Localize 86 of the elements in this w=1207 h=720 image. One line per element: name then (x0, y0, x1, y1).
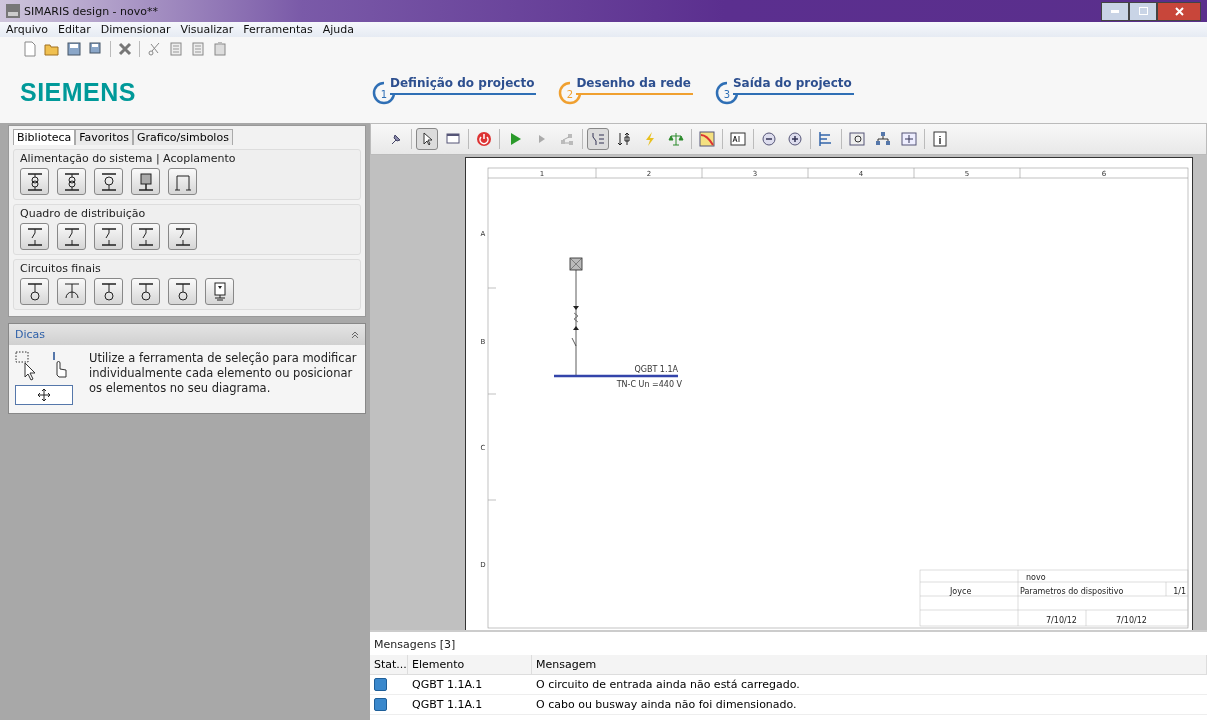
group-title: Alimentação do sistema | Acoplamento (20, 152, 237, 165)
delete-icon (117, 41, 133, 57)
step-link[interactable]: 2 Desenho da rede (558, 75, 693, 105)
tips-text: Utilize a ferramenta de seleção para modificar individualmente cada elemento ou posicionar os elementos no seu diagrama. (89, 351, 358, 397)
symbol-button[interactable] (94, 278, 123, 305)
table-cell: QGBT 1.1A.1 (408, 695, 532, 715)
library-tab[interactable]: Favoritos (75, 129, 133, 145)
menu-item[interactable]: Ferramentas (243, 23, 313, 36)
save-icon (66, 41, 82, 57)
window-icon (445, 131, 461, 147)
folder-icon (44, 41, 60, 57)
table-cell: QGBT 1.1A.1 (408, 675, 532, 695)
symbol-button[interactable] (131, 223, 160, 250)
paste-icon (212, 41, 228, 57)
menu-item[interactable]: Dimensionar (100, 23, 171, 36)
balance-icon (668, 131, 684, 147)
document-title: Parametros do dispositivo (1019, 586, 1123, 596)
symbol-button[interactable] (131, 278, 160, 305)
hand-pointer-icon (51, 351, 69, 381)
zoom-area-icon (849, 131, 865, 147)
modified-date: 7/10/12 (1115, 616, 1147, 625)
menu-item[interactable]: Ajuda (322, 23, 354, 36)
up-down-icon (616, 131, 632, 147)
menu-item[interactable]: Editar (58, 23, 91, 36)
symbol-button[interactable] (57, 168, 86, 195)
busbar-label: QGBT 1.1A (633, 365, 678, 374)
menu-item[interactable]: Visualizar (180, 23, 234, 36)
column-header[interactable]: Stat... (370, 655, 408, 675)
symbol-button[interactable] (20, 278, 49, 305)
power-icon (476, 131, 492, 147)
page-size-icon (730, 131, 746, 147)
network-icon (875, 131, 891, 147)
symbol-button[interactable] (168, 278, 197, 305)
group-title: Circuitos finais (20, 262, 102, 275)
align-left-icon (818, 131, 834, 147)
symbol-button[interactable] (131, 168, 160, 195)
close-button[interactable] (1157, 1, 1201, 21)
copy-icon (168, 41, 184, 57)
project-name: novo (1025, 573, 1046, 582)
new-file-icon (22, 41, 38, 57)
symbol-button[interactable] (168, 223, 197, 250)
created-date: 7/10/12 (1045, 616, 1077, 625)
copy-icon (190, 41, 206, 57)
symbol-button[interactable] (57, 223, 86, 250)
toolbar-button[interactable] (416, 128, 438, 150)
library-tab[interactable]: Biblioteca (13, 129, 76, 145)
chart-icon (699, 131, 715, 147)
close-icon (1174, 6, 1184, 16)
menu-item[interactable]: Arquivo (6, 23, 49, 36)
table-cell: O cabo ou busway ainda não foi dimensionado. (532, 695, 1207, 715)
column-header[interactable]: Elemento (408, 655, 532, 675)
zoom-out-icon (761, 131, 777, 147)
step-link[interactable]: 1 Definição do projecto (372, 75, 537, 105)
app-icon (6, 4, 20, 18)
symbol-button[interactable] (94, 168, 123, 195)
symbol-button[interactable] (57, 278, 86, 305)
sheet-number: 1/1 (1172, 586, 1186, 596)
voltage-label: TN-C Un =440 V (616, 380, 682, 389)
save-as-icon (88, 41, 104, 57)
power-supply-symbol (569, 257, 582, 271)
column-header[interactable]: Mensagem (532, 655, 1207, 675)
minimize-icon (1111, 9, 1119, 13)
fit-view-icon (901, 131, 917, 147)
selection-pointer-icon (15, 351, 37, 381)
maximize-button[interactable] (1129, 1, 1157, 21)
tips-title: Dicas (15, 328, 46, 341)
window-title: SIMARIS design - novo** (24, 4, 158, 18)
maximize-icon (1138, 7, 1148, 15)
table-cell: O circuito de entrada ainda não está carregado. (532, 675, 1207, 695)
author-name: Joyce (949, 586, 971, 596)
messages-title: Mensagens [3] (373, 637, 457, 653)
cut-icon (146, 41, 162, 57)
toolbar-button[interactable] (696, 128, 718, 150)
zoom-in-icon (787, 131, 803, 147)
tree-icon (559, 131, 575, 147)
symbol-button[interactable] (20, 168, 49, 195)
group-title: Quadro de distribuição (20, 207, 147, 220)
symbol-button[interactable] (94, 223, 123, 250)
collapse-icon (351, 330, 359, 339)
symbol-button[interactable] (20, 223, 49, 250)
move-icon (37, 388, 51, 402)
minimize-button[interactable] (1101, 1, 1129, 21)
move-tool-button[interactable] (15, 385, 73, 405)
library-tab[interactable]: Grafico/simbolos (132, 129, 233, 145)
branch-icon (590, 131, 606, 147)
logo: SIEMENS (20, 77, 138, 107)
